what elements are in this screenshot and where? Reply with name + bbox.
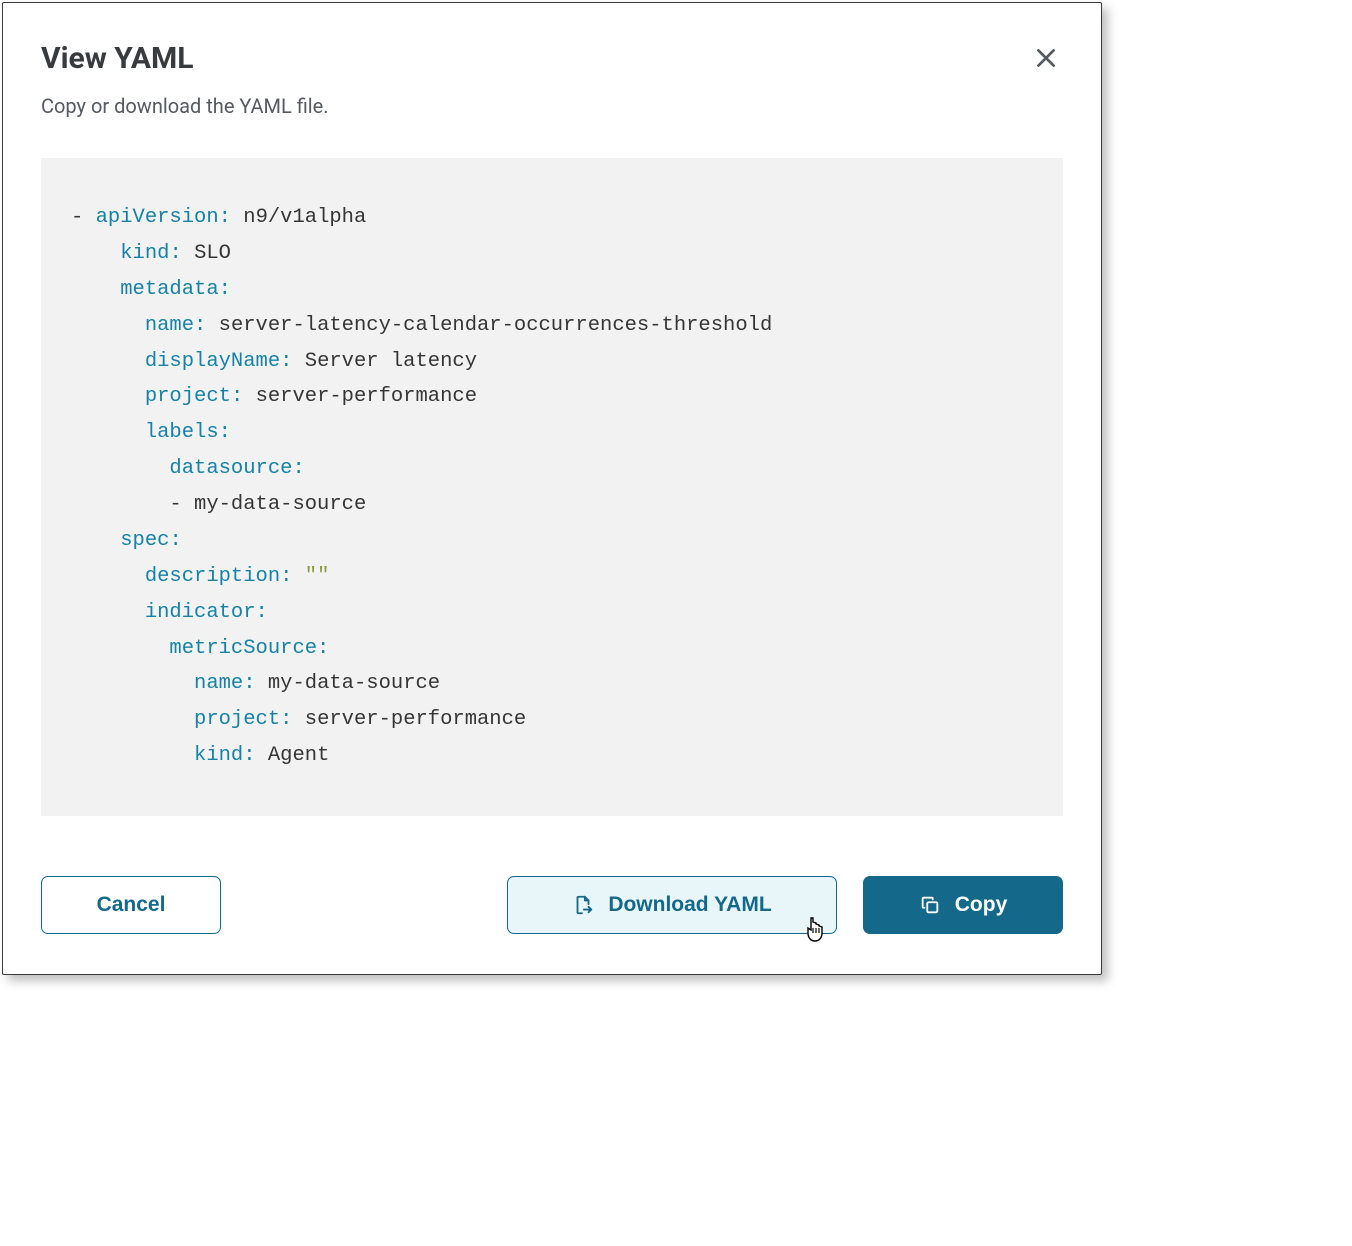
copy-button-label: Copy — [955, 893, 1008, 917]
view-yaml-modal: View YAML Copy or download the YAML file… — [2, 2, 1102, 975]
copy-icon — [919, 894, 941, 916]
close-button[interactable] — [1029, 41, 1063, 78]
download-yaml-button[interactable]: Download YAML — [507, 876, 837, 934]
footer-right-group: Download YAML Copy — [507, 876, 1063, 934]
modal-subtitle: Copy or download the YAML file. — [41, 94, 329, 118]
modal-title: View YAML — [41, 41, 329, 76]
file-export-icon — [572, 894, 594, 916]
copy-button[interactable]: Copy — [863, 876, 1063, 934]
cancel-button[interactable]: Cancel — [41, 876, 221, 934]
cancel-button-label: Cancel — [97, 893, 166, 917]
yaml-code-block[interactable]: - apiVersion: n9/v1alpha kind: SLO metad… — [41, 158, 1063, 816]
modal-footer: Cancel Download YAML Copy — [41, 876, 1063, 934]
download-button-label: Download YAML — [608, 893, 771, 917]
close-icon — [1033, 45, 1059, 71]
modal-header: View YAML Copy or download the YAML file… — [41, 41, 1063, 158]
